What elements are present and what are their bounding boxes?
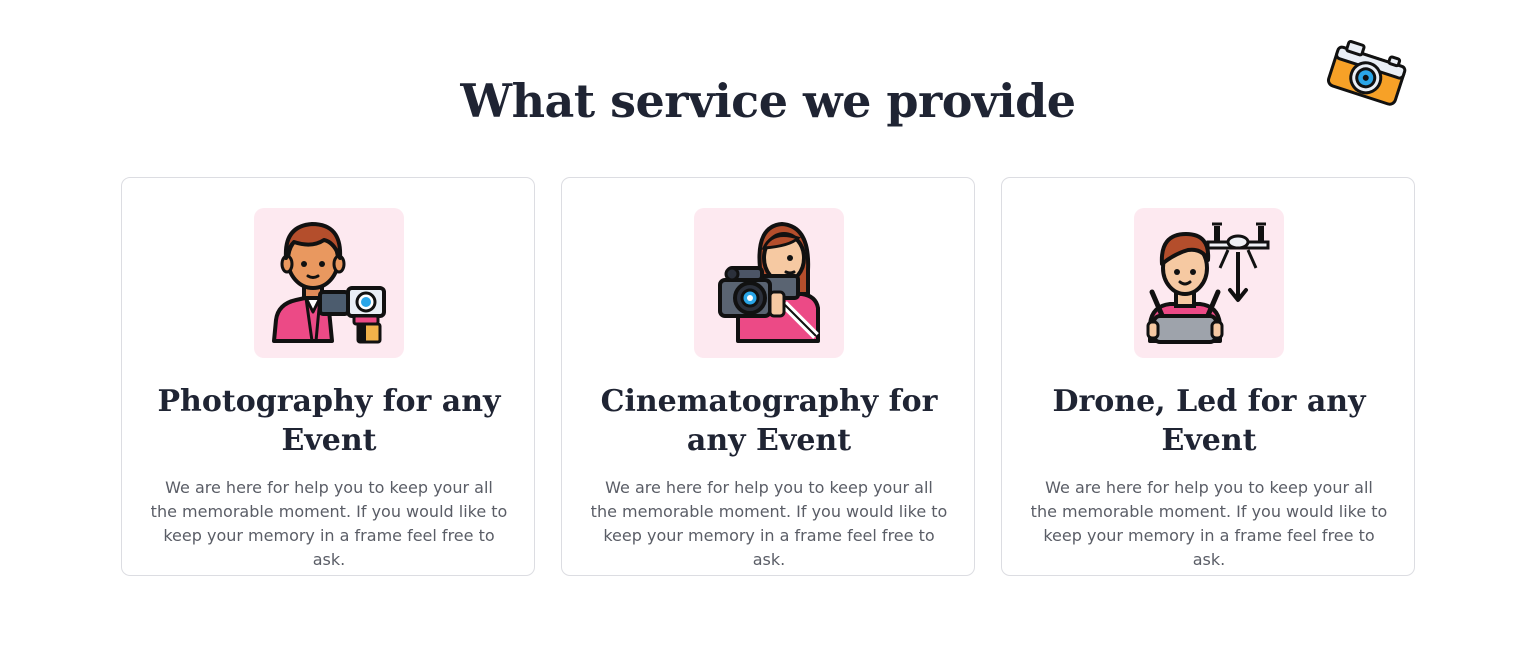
drone-pilot-icon (1146, 222, 1270, 344)
service-icon-box (1134, 208, 1284, 358)
service-icon-box (254, 208, 404, 358)
service-title: Cinematography for any Event (600, 384, 938, 458)
service-title: Photography for any Event (157, 384, 501, 458)
service-card-cinematography: Cinematography for any Event We are here… (561, 177, 975, 576)
camera-icon (1326, 39, 1407, 106)
service-description: We are here for help you to keep your al… (590, 478, 948, 569)
service-card-drone: Drone, Led for any Event We are here for… (1001, 177, 1415, 576)
service-title: Drone, Led for any Event (1052, 384, 1366, 458)
services-list: Photography for any Event We are here fo… (121, 177, 1417, 578)
photographer-icon (272, 222, 386, 344)
section-title: What service we provide (460, 74, 1076, 128)
service-description: We are here for help you to keep your al… (1030, 478, 1388, 569)
service-icon-box (694, 208, 844, 358)
videographer-icon (718, 222, 820, 343)
service-description: We are here for help you to keep your al… (150, 478, 508, 569)
service-card-photography: Photography for any Event We are here fo… (121, 177, 535, 576)
